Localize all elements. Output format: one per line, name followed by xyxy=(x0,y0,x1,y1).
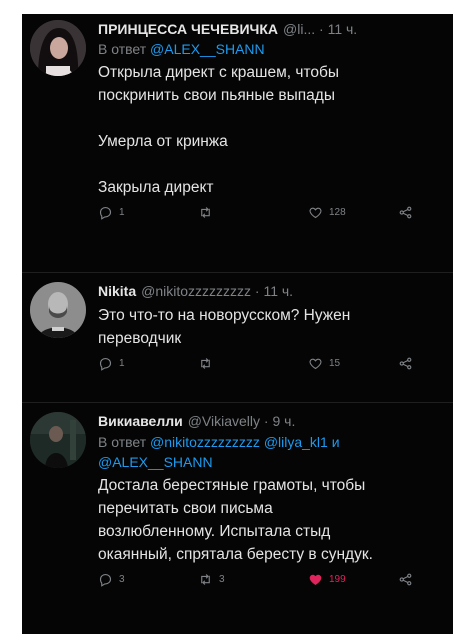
divider xyxy=(22,272,453,273)
display-name[interactable]: Nikita xyxy=(98,283,136,299)
share-icon xyxy=(398,572,413,587)
like-button[interactable]: 199 xyxy=(308,572,346,587)
reply-context: В ответ @ALEX__SHANN xyxy=(98,40,447,59)
display-name[interactable]: Викиавелли xyxy=(98,413,183,429)
reply-count: 1 xyxy=(119,358,125,369)
avatar[interactable] xyxy=(30,20,86,76)
reply-context: В ответ @nikitozzzzzzzzz @lilya_kl1 и @A… xyxy=(98,432,447,472)
tweet-text: Открыла директ с крашем, чтобы поскринит… xyxy=(98,64,340,196)
reply-prefix: В ответ xyxy=(98,41,147,57)
share-icon xyxy=(398,356,413,371)
handle-and-time: @Vikiavelly · 9 ч. xyxy=(187,413,296,429)
display-name[interactable]: ПРИНЦЕССА ЧЕЧЕВИЧКА xyxy=(98,21,278,37)
like-button[interactable]: 128 xyxy=(308,205,346,220)
mention-link[interactable]: @ALEX__SHANN xyxy=(150,41,265,57)
handle-and-time: @nikitozzzzzzzzz · 11 ч. xyxy=(141,283,294,299)
reply-icon xyxy=(98,205,113,220)
like-icon xyxy=(308,356,323,371)
like-count: 128 xyxy=(329,207,346,218)
reply-button[interactable]: 1 xyxy=(98,356,125,371)
reply-prefix: В ответ xyxy=(98,434,147,450)
retweet-icon xyxy=(198,205,213,220)
retweet-button[interactable] xyxy=(198,205,219,220)
tweet-actions: 3 3 199 xyxy=(98,572,447,594)
like-count: 199 xyxy=(329,574,346,585)
retweet-icon xyxy=(198,572,213,587)
reply-count: 3 xyxy=(119,574,125,585)
like-count: 15 xyxy=(329,358,341,369)
tweet-actions: 1 15 xyxy=(98,356,447,378)
share-button[interactable] xyxy=(398,356,413,371)
handle-and-time: @li... · 11 ч. xyxy=(283,21,358,37)
reply-count: 1 xyxy=(119,207,125,218)
divider xyxy=(22,402,453,403)
retweet-button[interactable] xyxy=(198,356,219,371)
reply-button[interactable]: 3 xyxy=(98,572,125,587)
like-icon xyxy=(308,205,323,220)
retweet-count: 3 xyxy=(219,574,225,585)
reply-icon xyxy=(98,356,113,371)
retweet-button[interactable]: 3 xyxy=(198,572,225,587)
like-icon xyxy=(308,572,323,587)
share-icon xyxy=(398,205,413,220)
tweet-text: Достала берестяные грамоты, чтобы перечи… xyxy=(98,477,373,563)
avatar[interactable] xyxy=(30,282,86,338)
reply-button[interactable]: 1 xyxy=(98,205,125,220)
like-button[interactable]: 15 xyxy=(308,356,340,371)
reply-icon xyxy=(98,572,113,587)
share-button[interactable] xyxy=(398,572,413,587)
tweet-actions: 1 128 xyxy=(98,205,447,227)
timeline: ПРИНЦЕССА ЧЕЧЕВИЧКА @li... · 11 ч. В отве… xyxy=(22,14,453,634)
share-button[interactable] xyxy=(398,205,413,220)
tweet-text: Это что-то на новорусском? Нужен перевод… xyxy=(98,307,351,347)
avatar[interactable] xyxy=(30,412,86,468)
retweet-icon xyxy=(198,356,213,371)
